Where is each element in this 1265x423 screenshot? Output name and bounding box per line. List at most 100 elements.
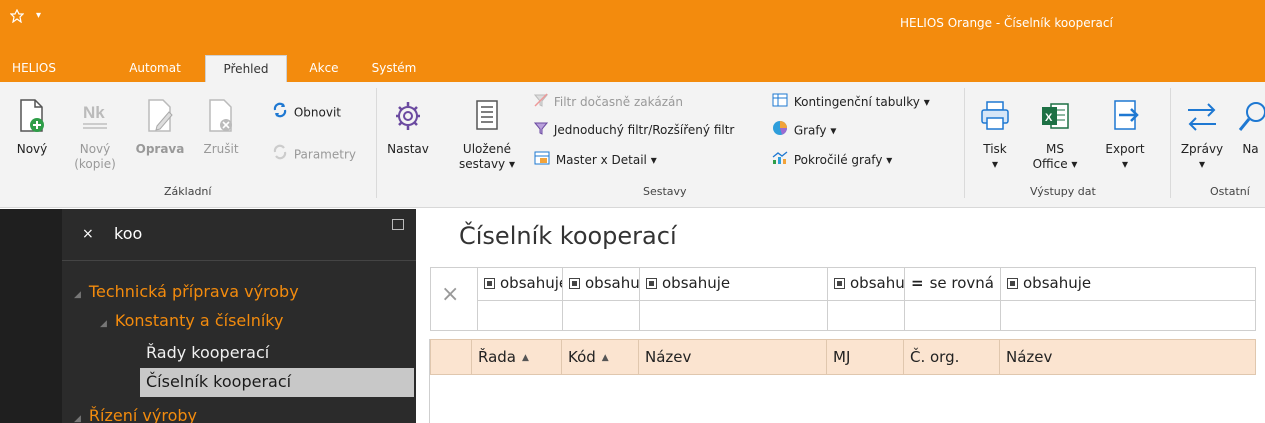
column-header-mj[interactable]: MJ [826,340,904,374]
nav-search-bar[interactable]: × koo [62,209,416,261]
master-detail-button[interactable]: Master x Detail ▾ [534,150,657,170]
group-separator [1170,88,1171,198]
saved-reports-icon [452,98,522,138]
master-detail-label: Master x Detail ▾ [555,153,657,167]
search-icon [1236,98,1265,138]
tab-prehled[interactable]: Přehled [205,55,287,82]
parameters-button[interactable]: Parametry [272,144,356,164]
filter-operator-label: obsahuje [1023,274,1092,292]
filter-input[interactable] [477,300,563,331]
column-header-label: Řada [478,348,516,366]
clear-search-icon[interactable]: × [82,226,94,242]
tab-helios[interactable]: HELIOS [10,58,58,81]
column-header-label: Kód [568,348,596,366]
charts-button[interactable]: Grafy ▾ [772,120,836,140]
messages-dropdown-icon: ▾ [1198,157,1206,171]
messages-button[interactable]: Zprávy ▾ [1176,98,1228,172]
export-dropdown-icon: ▾ [1121,157,1129,171]
saved-reports-button[interactable]: Uložené sestavy ▾ [452,98,522,172]
filter-cell[interactable]: obsahuje [562,268,640,300]
filter-disabled-icon [533,92,549,113]
messages-label: Zprávy [1180,142,1224,156]
cancel-document-icon [196,98,246,138]
filter-input[interactable] [1000,300,1256,331]
temporary-filter-disabled[interactable]: Filtr dočasně zakázán [533,92,683,113]
tab-akce[interactable]: Akce [300,58,348,81]
messages-arrows-icon [1176,98,1228,138]
filter-cell[interactable]: obsahuje [639,268,828,300]
excel-icon: X [1030,98,1080,138]
new-copy-icon: Nk [70,98,120,138]
column-header-kod[interactable]: Kód ▲ [561,340,639,374]
page-title: Číselník kooperací [459,222,677,250]
search-ribbon-button[interactable]: Na [1236,98,1265,157]
filter-operator-icon [569,278,580,289]
column-header-nazev[interactable]: Název [638,340,827,374]
filter-input[interactable] [827,300,905,331]
pivot-table-icon [772,93,788,113]
edit-button[interactable]: Oprava [132,98,188,157]
tree-item-rady-kooperaci[interactable]: Řady kooperací [146,339,269,367]
pivot-tables-label: Kontingenční tabulky ▾ [793,95,930,109]
new-document-icon [6,98,58,138]
tree-item-rizeni-vyroby[interactable]: ◢ Řízení výroby [74,402,197,423]
tree-item-ciselnik-kooperaci[interactable]: Číselník kooperací [146,368,291,396]
new-copy-button[interactable]: Nk Nový (kopie) [70,98,120,172]
cancel-button-label: Zrušit [203,142,239,156]
print-button[interactable]: Tisk ▾ [972,98,1018,172]
tree-item-technicka-priprava[interactable]: ◢ Technická příprava výroby [74,278,299,306]
filter-operator-icon [646,278,657,289]
tab-system[interactable]: Systém [365,58,423,81]
refresh-label: Obnovit [293,105,341,120]
quick-access-dropdown-icon[interactable]: ▾ [36,10,41,21]
filter-cell[interactable]: obsahuje [827,268,905,300]
simple-filter-button[interactable]: Jednoduchý filtr/Rozšířený filtr [533,120,735,140]
column-header-rada[interactable]: Řada ▲ [471,340,562,374]
ms-office-button[interactable]: X MS Office ▾ [1030,98,1080,172]
window-title: HELIOS Orange - Číselník kooperací [900,16,1113,30]
nav-strip [0,209,62,423]
filter-input[interactable] [904,300,1001,331]
expand-triangle-icon[interactable]: ◢ [100,310,107,338]
simple-filter-label: Jednoduchý filtr/Rozšířený filtr [553,123,735,137]
advanced-charts-button[interactable]: Pokročilé grafy ▾ [772,150,892,170]
search-ribbon-label: Na [1242,142,1259,156]
master-detail-icon [534,151,550,171]
printer-icon [972,98,1018,138]
column-header-nazev-2[interactable]: Název [999,340,1255,374]
cancel-button[interactable]: Zrušit [196,98,246,157]
configure-button[interactable]: Nastav [384,98,432,157]
svg-text:Nk: Nk [83,103,105,122]
title-bar: ▾ HELIOS Orange - Číselník kooperací [0,0,1265,55]
ms-office-label-2: Office ▾ [1032,157,1078,171]
refresh-button[interactable]: Obnovit [272,102,341,122]
new-button-label: Nový [16,142,48,156]
filter-cell[interactable]: obsahuje [477,268,563,300]
pin-panel-icon[interactable] [392,219,404,230]
tab-automat[interactable]: Automat [120,58,190,81]
sort-ascending-icon: ▲ [601,353,609,363]
group-label-zakladni: Základní [164,185,212,198]
expand-triangle-icon[interactable]: ◢ [74,281,81,309]
clear-filter-icon[interactable]: × [441,282,459,307]
saved-reports-label: Uložené [462,142,512,156]
export-button[interactable]: Export ▾ [1097,98,1153,172]
print-dropdown-icon: ▾ [991,157,999,171]
gear-icon [384,98,432,138]
nav-search-input[interactable]: koo [114,224,142,243]
pivot-tables-button[interactable]: Kontingenční tabulky ▾ [772,92,930,112]
tree-item-konstanty[interactable]: ◢ Konstanty a číselníky [100,307,283,335]
filter-cell[interactable]: obsahuje [1000,268,1257,300]
filter-input[interactable] [562,300,640,331]
filter-input[interactable] [639,300,828,331]
new-button[interactable]: Nový [6,98,58,157]
export-label: Export [1105,142,1145,156]
new-copy-label-2: (kopie) [74,157,116,171]
filter-cell[interactable]: = se rovná [904,268,1001,300]
column-header-c-org[interactable]: Č. org. [903,340,1000,374]
expand-triangle-icon[interactable]: ◢ [74,405,81,423]
print-label: Tisk [983,142,1007,156]
grid-left-border [429,339,430,423]
equals-icon: = [911,274,924,292]
saved-reports-label-2: sestavy ▾ [459,157,515,171]
